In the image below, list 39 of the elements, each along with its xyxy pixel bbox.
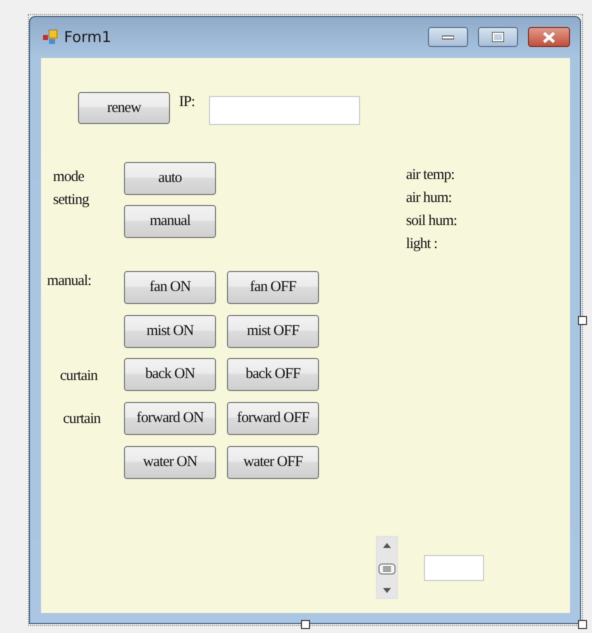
resize-handle[interactable] (578, 620, 587, 629)
resize-handle[interactable] (301, 620, 310, 629)
command-button[interactable]: renew (78, 92, 170, 124)
close-icon (542, 32, 556, 42)
close-button[interactable] (528, 27, 570, 47)
form-label: IP: (179, 93, 195, 111)
command-button[interactable]: back ON (124, 358, 216, 391)
command-button[interactable]: manual (124, 205, 216, 238)
up-arrow-icon (383, 543, 391, 548)
text-field[interactable] (424, 555, 484, 581)
slider-thumb[interactable] (378, 562, 396, 574)
down-arrow-icon (383, 588, 391, 593)
form-label: mode (53, 168, 84, 186)
command-button[interactable]: forward ON (124, 402, 216, 435)
command-button[interactable]: mist OFF (227, 315, 319, 348)
form-label: light : (406, 235, 438, 253)
maximize-icon (492, 32, 504, 42)
window-title: Form1 (64, 28, 112, 46)
command-button[interactable]: water ON (124, 446, 216, 479)
form-label: soil hum: (406, 212, 457, 230)
maximize-button[interactable] (478, 27, 518, 47)
text-field[interactable] (209, 96, 360, 125)
form-label: curtain (60, 367, 98, 385)
form-icon (42, 29, 58, 45)
form-label: manual: (47, 272, 92, 290)
command-button[interactable]: auto (124, 162, 216, 195)
command-button[interactable]: fan OFF (227, 271, 319, 304)
minimize-button[interactable] (428, 27, 468, 47)
resize-handle[interactable] (578, 316, 587, 325)
minimize-icon (442, 34, 454, 40)
form-label: setting (53, 191, 89, 209)
form-label: air temp: (406, 166, 454, 184)
command-button[interactable]: mist ON (124, 315, 216, 348)
form-label: air hum: (406, 189, 452, 207)
command-button[interactable]: back OFF (227, 358, 319, 391)
command-button[interactable]: fan ON (124, 271, 216, 304)
command-button[interactable]: forward OFF (227, 402, 319, 435)
command-button[interactable]: water OFF (227, 446, 319, 479)
form-label: curtain (63, 410, 100, 428)
